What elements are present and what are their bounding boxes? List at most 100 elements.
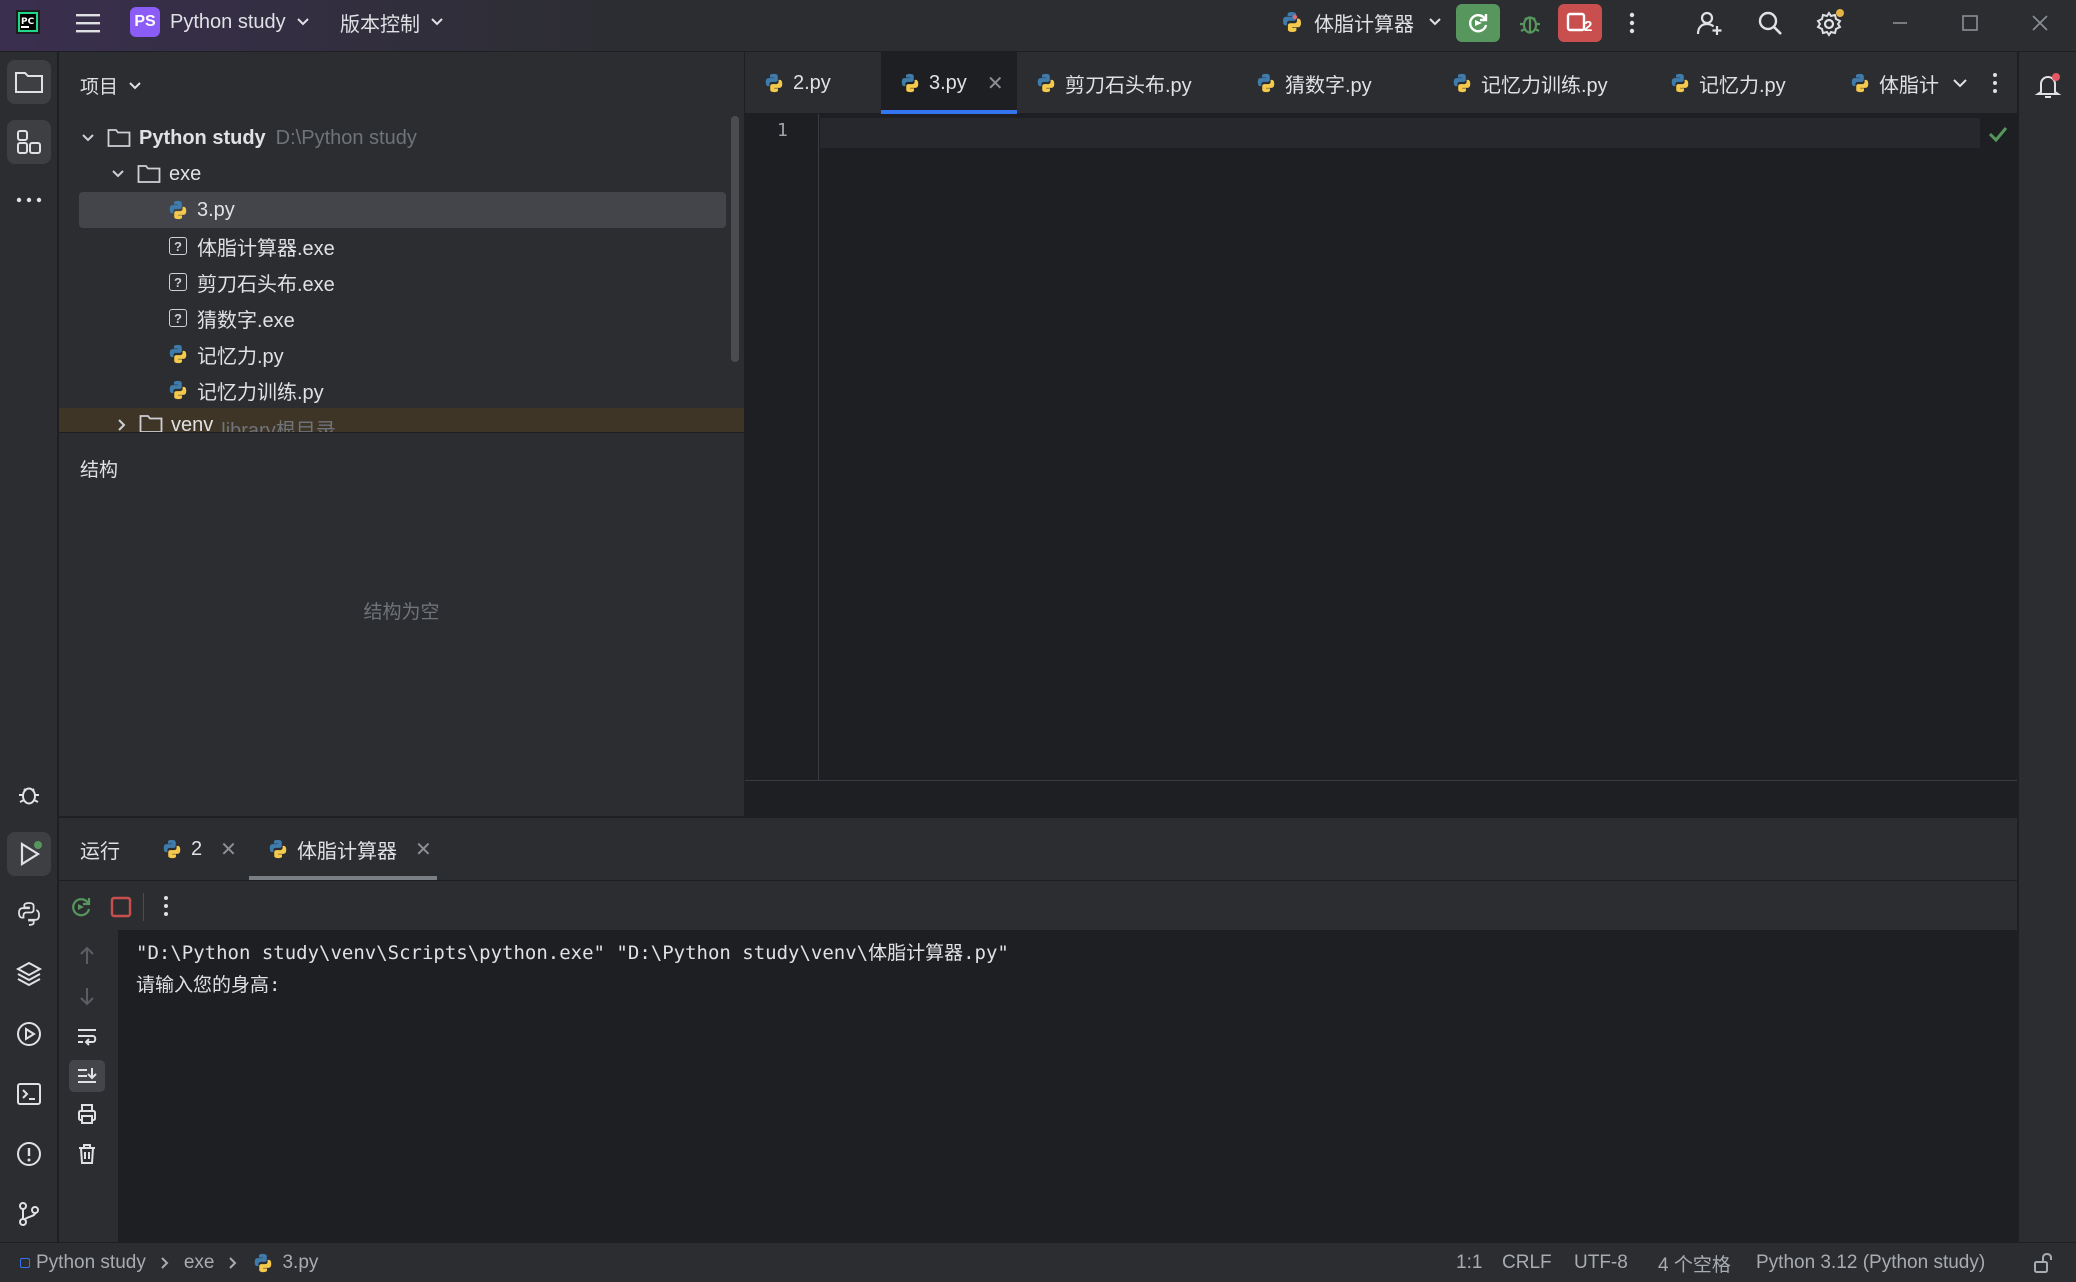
breadcrumb-item[interactable]: Python study xyxy=(36,1252,146,1274)
breadcrumb-item[interactable]: exe xyxy=(184,1252,215,1274)
tree-item-file[interactable]: 记忆力.py xyxy=(59,336,729,372)
run-tab-active[interactable]: 体脂计算器 ✕ xyxy=(249,818,437,880)
rerun-icon[interactable] xyxy=(67,893,95,921)
vcs-label: 版本控制 xyxy=(340,13,420,36)
settings-button[interactable] xyxy=(1808,4,1852,42)
caret-position[interactable]: 1:1 xyxy=(1456,1243,1482,1282)
stop-button[interactable]: 2 xyxy=(1558,4,1602,42)
close-tab-icon[interactable]: ✕ xyxy=(220,837,237,862)
tree-item-file[interactable]: ? 剪刀石头布.exe xyxy=(59,264,729,300)
structure-icon xyxy=(17,130,41,154)
maximize-button[interactable] xyxy=(1948,4,1992,42)
structure-panel-title: 结构 xyxy=(80,460,119,481)
up-arrow-icon[interactable] xyxy=(75,944,99,968)
code-with-me-button[interactable] xyxy=(1688,4,1732,42)
tree-item-file[interactable]: ? 体脂计算器.exe xyxy=(59,228,729,264)
tree-item-file[interactable]: 记忆力训练.py xyxy=(59,372,729,408)
more-vertical-icon[interactable] xyxy=(163,895,183,919)
editor-tab-active[interactable]: 3.py ✕ xyxy=(881,52,1017,114)
editor-tab[interactable]: 猜数字.py xyxy=(1237,52,1407,114)
run-tab[interactable]: 2 ✕ xyxy=(161,818,237,880)
close-tab-icon[interactable]: ✕ xyxy=(415,837,432,862)
scroll-to-end-icon[interactable] xyxy=(69,1060,105,1092)
run-config-selector[interactable]: 体脂计算器 xyxy=(1280,0,1442,44)
python-file-icon xyxy=(765,73,783,93)
file-name: 猜数字.exe xyxy=(197,309,295,332)
down-arrow-icon[interactable] xyxy=(75,984,99,1008)
tree-item-exe-folder[interactable]: exe xyxy=(59,156,729,192)
breadcrumb-item[interactable]: 3.py xyxy=(282,1252,318,1274)
console-output[interactable]: "D:\Python study\venv\Scripts\python.exe… xyxy=(118,930,2017,1242)
editor-tab[interactable]: 记忆力.py xyxy=(1651,52,1811,114)
trash-icon[interactable] xyxy=(75,1142,99,1166)
root-folder-name: Python study xyxy=(139,126,266,149)
line-separator[interactable]: CRLF xyxy=(1502,1243,1552,1282)
tree-item-file[interactable]: 3.py xyxy=(79,192,726,228)
chevron-down-icon xyxy=(431,18,443,26)
editor-area[interactable] xyxy=(745,52,2017,816)
debug-tool-button[interactable] xyxy=(7,772,51,816)
terminal-button[interactable] xyxy=(7,1072,51,1116)
file-encoding[interactable]: UTF-8 xyxy=(1574,1243,1628,1282)
python-packages-button[interactable] xyxy=(7,952,51,996)
more-actions-button[interactable] xyxy=(1610,4,1654,42)
problems-button[interactable] xyxy=(7,1132,51,1176)
soft-wrap-icon[interactable] xyxy=(75,1024,99,1048)
git-branch-icon xyxy=(19,1202,39,1226)
no-problems-check-icon[interactable] xyxy=(1986,122,2010,146)
warning-circle-icon xyxy=(17,1142,41,1166)
tree-item-venv[interactable]: venv library根目录 xyxy=(59,408,744,432)
stop-icon[interactable] xyxy=(109,895,133,919)
python-interpreter[interactable]: Python 3.12 (Python study) xyxy=(1756,1243,1985,1282)
python-console-button[interactable] xyxy=(7,892,51,936)
python-file-icon xyxy=(1257,73,1275,93)
structure-tool-button[interactable] xyxy=(7,120,51,164)
tab-label: 3.py xyxy=(929,71,967,94)
terminal-icon xyxy=(17,1083,41,1105)
project-switcher[interactable]: PS Python study xyxy=(130,0,310,44)
close-tab-icon[interactable]: ✕ xyxy=(987,71,1004,96)
venv-folder-name: venv xyxy=(171,414,214,432)
project-badge: PS xyxy=(130,7,160,37)
print-icon[interactable] xyxy=(75,1102,99,1126)
tree-item-file[interactable]: ? 猜数字.exe xyxy=(59,300,729,336)
tree-scrollbar[interactable] xyxy=(731,116,739,362)
main-menu-button[interactable] xyxy=(66,4,110,42)
project-panel-header[interactable]: 项目 xyxy=(80,72,142,99)
tab-label: 2.py xyxy=(793,71,831,94)
editor-tab[interactable]: 2.py xyxy=(745,52,881,114)
minimize-button[interactable] xyxy=(1878,4,1922,42)
editor-tab[interactable]: 体脂计 xyxy=(1831,52,1941,114)
rerun-button[interactable] xyxy=(1456,4,1500,42)
current-line-highlight[interactable] xyxy=(820,118,1980,148)
git-button[interactable] xyxy=(7,1192,51,1236)
run-tool-button[interactable] xyxy=(7,832,51,876)
right-tool-strip xyxy=(2018,52,2076,1242)
editor-tab[interactable]: 记忆力训练.py xyxy=(1433,52,1633,114)
vcs-menu[interactable]: 版本控制 xyxy=(340,0,444,44)
python-file-icon xyxy=(169,344,187,364)
tab-list-button[interactable] xyxy=(1945,70,1975,96)
search-button[interactable] xyxy=(1748,4,1792,42)
lock-icon[interactable] xyxy=(2032,1243,2054,1282)
unknown-file-icon: ? xyxy=(169,273,187,291)
chevron-down-icon xyxy=(1953,79,1967,88)
project-tool-button[interactable] xyxy=(7,60,51,104)
debug-button[interactable] xyxy=(1508,4,1552,42)
chevron-right-icon xyxy=(229,1257,237,1269)
editor-bottom-area xyxy=(745,780,2017,816)
editor-tab[interactable]: 剪刀石头布.py xyxy=(1017,52,1221,114)
breadcrumb: Python study exe 3.py xyxy=(20,1243,318,1282)
close-window-button[interactable] xyxy=(2018,4,2062,42)
tab-options-button[interactable] xyxy=(1985,70,2005,96)
file-name: 体脂计算器.exe xyxy=(197,237,335,260)
notifications-button[interactable] xyxy=(2026,64,2070,108)
indent-setting[interactable]: 4 个空格 xyxy=(1658,1243,1731,1282)
project-panel-title: 项目 xyxy=(80,77,119,98)
services-button[interactable] xyxy=(7,1012,51,1056)
file-name: 记忆力.py xyxy=(197,345,284,368)
more-tools-button[interactable] xyxy=(7,178,51,222)
tree-item-root[interactable]: Python study D:\Python study xyxy=(59,120,729,156)
run-panel-title: 运行 xyxy=(80,840,120,863)
python-console-icon xyxy=(18,902,40,926)
